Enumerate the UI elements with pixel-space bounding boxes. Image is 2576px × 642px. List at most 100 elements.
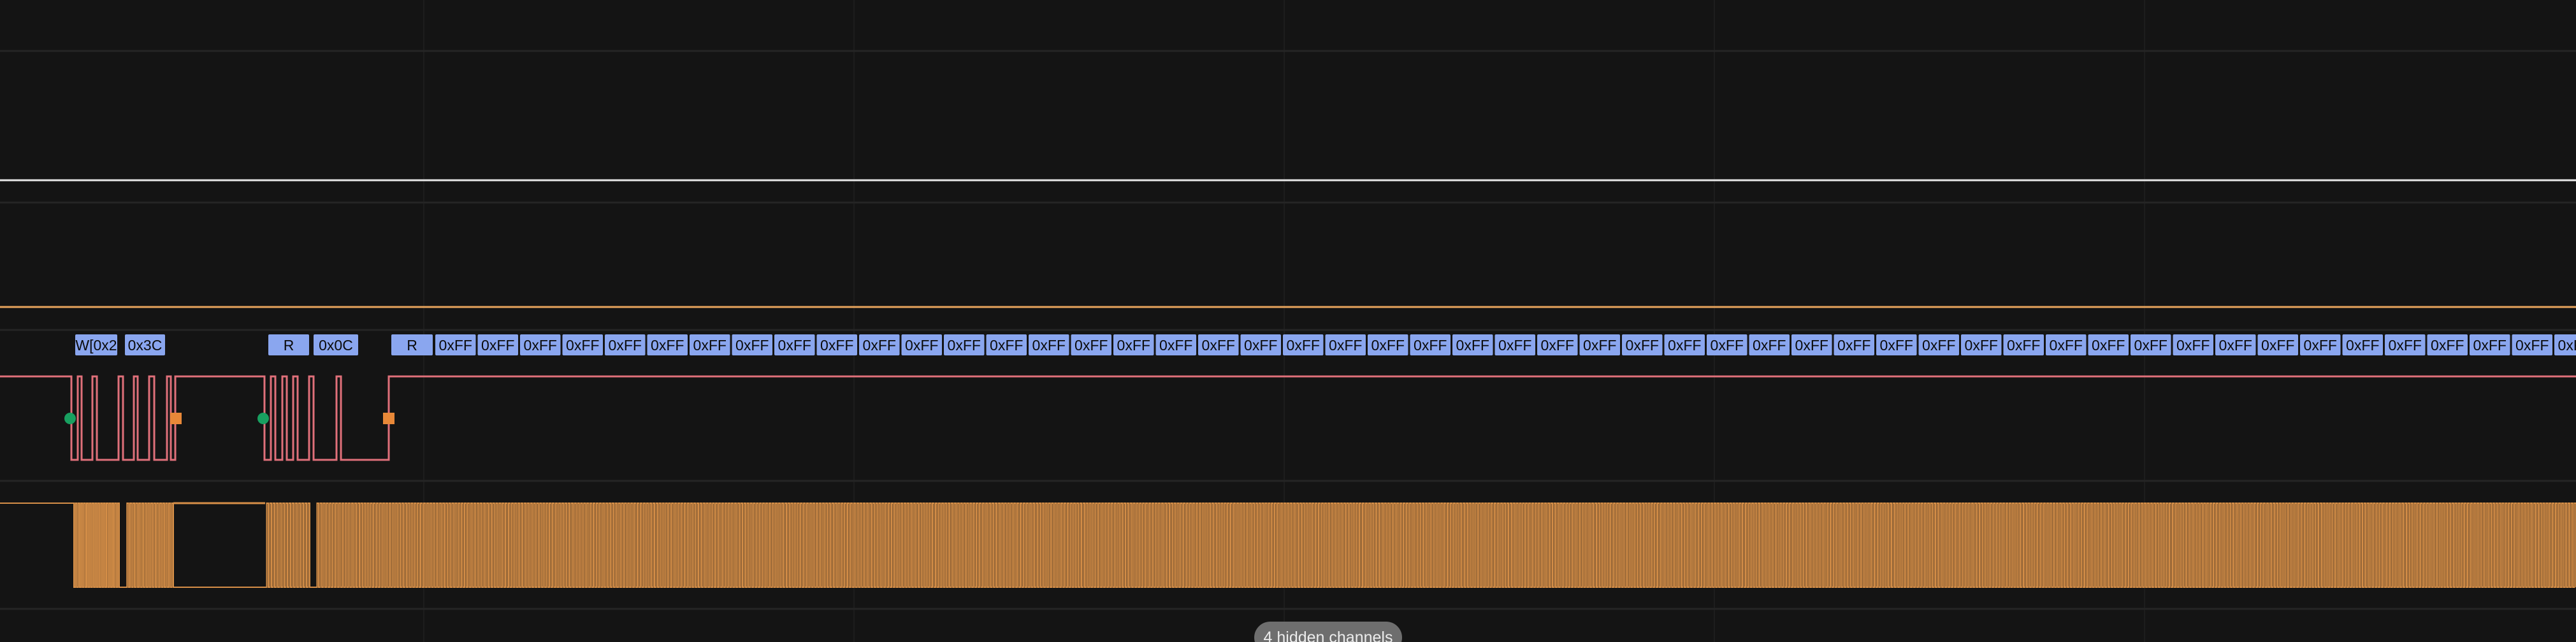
decoder-byte[interactable]: 0xFF [1749, 334, 1790, 355]
decoder-byte[interactable]: 0xFF [2046, 334, 2087, 355]
decoder-frame-3[interactable]: R [268, 334, 309, 355]
decoder-byte[interactable]: 0xFF [859, 334, 900, 355]
decoder-byte[interactable]: 0xFF [562, 334, 604, 355]
scl-clock-waveform[interactable] [0, 503, 2576, 588]
decoder-byte-text: 0xFF [1583, 337, 1616, 353]
stop-condition-icon [383, 413, 394, 424]
decoder-byte[interactable]: 0xFF [605, 334, 646, 355]
decoder-byte-text: 0xFF [948, 337, 981, 353]
decoder-byte-text: 0xFF [2558, 337, 2576, 353]
decoder-byte[interactable]: 0xFF [2257, 334, 2299, 355]
decoder-byte-text: 0xFF [1498, 337, 1531, 353]
i2c-markers [64, 413, 394, 424]
decoder-frame-5[interactable]: R [391, 334, 433, 355]
channel-4-scl-trace[interactable] [0, 502, 2576, 588]
decoder-byte-text: 0xFF [1117, 337, 1150, 353]
decoder-byte[interactable]: 0xFF [1198, 334, 1239, 355]
decoder-byte[interactable]: 0xFF [1876, 334, 1917, 355]
decoder-byte[interactable]: 0xFF [1155, 334, 1197, 355]
decoder-byte[interactable]: 0xFF [816, 334, 858, 355]
decoder-frame-1-text: W[0x2 [75, 337, 117, 353]
decoder-byte[interactable]: 0xFF [1579, 334, 1621, 355]
decoder-byte[interactable]: 0xFF [732, 334, 773, 355]
decoder-byte[interactable]: 0xFF [520, 334, 561, 355]
decoder-byte[interactable]: 0xFF [1325, 334, 1366, 355]
decoder-byte[interactable]: 0xFF [435, 334, 476, 355]
decoder-frame-4[interactable]: 0x0C [314, 334, 358, 355]
decoder-byte[interactable]: 0xFF [1791, 334, 1832, 355]
decoder-byte-text: 0xFF [2092, 337, 2125, 353]
decoder-byte-text: 0xFF [1202, 337, 1235, 353]
decoder-byte[interactable]: 0xFF [477, 334, 519, 355]
decoder-byte[interactable]: 0xFF [690, 334, 730, 355]
decoder-byte[interactable]: 0xFF [944, 334, 985, 355]
decoder-byte-text: 0xFF [693, 337, 727, 353]
decoder-byte[interactable]: 0xFF [1918, 334, 1960, 355]
hidden-channels-button[interactable]: 4 hidden channels [1254, 622, 1402, 642]
decoder-byte-text: 0xFF [2431, 337, 2464, 353]
decoder-byte[interactable]: 0xFF [2470, 334, 2510, 355]
decoder-byte-text: 0xFF [990, 337, 1023, 353]
decoder-byte[interactable]: 0xFF [647, 334, 688, 355]
decoder-byte-text: 0xFF [1880, 337, 1913, 353]
decoder-byte[interactable]: 0xFF [2003, 334, 2044, 355]
decoder-byte-text: 0xFF [1668, 337, 1701, 353]
decoder-byte[interactable]: 0xFF [2300, 334, 2341, 355]
decoder-byte-text: 0xFF [1965, 337, 1998, 353]
decoder-byte[interactable]: 0xFF [774, 334, 815, 355]
decoder-byte-text: 0xFF [1541, 337, 1574, 353]
decoder-byte[interactable]: 0xFF [1664, 334, 1705, 355]
decoder-byte[interactable]: 0xFF [1707, 334, 1747, 355]
decoder-byte[interactable]: 0xFF [1961, 334, 2002, 355]
decoder-byte[interactable]: 0xFF [1494, 334, 1536, 355]
decoder-frame-3-text: R [284, 337, 294, 353]
decoder-byte-text: 0xFF [905, 337, 938, 353]
decoder-byte[interactable]: 0xFF [2385, 334, 2426, 355]
decoder-frame-2[interactable]: 0x3C [125, 334, 165, 355]
decoder-byte-text: 0xFF [481, 337, 514, 353]
decoder-byte[interactable]: 0xFF [2342, 334, 2384, 355]
decoder-byte-text: 0xFF [1414, 337, 1447, 353]
decoder-byte[interactable]: 0xFF [1368, 334, 1408, 355]
decoder-byte-text: 0xFF [1329, 337, 1362, 353]
decoder-byte-text: 0xFF [2007, 337, 2040, 353]
decoder-byte-text: 0xFF [2304, 337, 2337, 353]
decoder-byte-text: 0xFF [1922, 337, 1955, 353]
decoder-byte[interactable]: 0xFF [2131, 334, 2171, 355]
decoder-byte-text: 0xFF [863, 337, 896, 353]
i2c-decoder-row: W[0x2 0x3C R 0x0C R 0xFF 0xFF 0xFF 0xFF 0xFF 0xFF 0… [75, 334, 2576, 355]
decoder-byte-text: 0xFF [1287, 337, 1320, 353]
decoder-byte[interactable]: 0xFF [1113, 334, 1154, 355]
decoder-byte[interactable]: 0xFF [1029, 334, 1069, 355]
start-condition-icon [64, 413, 76, 424]
decoder-byte[interactable]: 0xFF [1410, 334, 1451, 355]
decoder-frame-1[interactable]: W[0x2 [75, 334, 117, 355]
decoder-byte[interactable]: 0xFF [901, 334, 943, 355]
waveform-view[interactable]: W[0x2 0x3C R 0x0C R 0xFF 0xFF 0xFF 0xFF 0xFF 0xFF 0… [0, 0, 2576, 642]
decoder-byte[interactable]: 0xFF [1283, 334, 1324, 355]
decoder-byte[interactable]: 0xFF [2427, 334, 2468, 355]
decoder-byte-text: 0xFF [2050, 337, 2083, 353]
decoder-byte[interactable]: 0xFF [2173, 334, 2214, 355]
decoder-byte-text: 0xFF [778, 337, 811, 353]
decoder-byte[interactable]: 0xFF [2554, 334, 2576, 355]
decoder-byte[interactable]: 0xFF [2088, 334, 2129, 355]
decoder-byte-text: 0xFF [1626, 337, 1659, 353]
decoder-byte[interactable]: 0xFF [2512, 334, 2553, 355]
start-condition-icon [257, 413, 269, 424]
decoder-byte-text: 0xFF [1456, 337, 1489, 353]
decoder-byte[interactable]: 0xFF [986, 334, 1027, 355]
decoder-byte[interactable]: 0xFF [2215, 334, 2256, 355]
decoder-byte[interactable]: 0xFF [1452, 334, 1493, 355]
decoder-byte[interactable]: 0xFF [1071, 334, 1112, 355]
decoder-byte[interactable]: 0xFF [1240, 334, 1282, 355]
decoder-byte-text: 0xFF [2389, 337, 2422, 353]
decoder-byte-text: 0xFF [1032, 337, 1066, 353]
decoder-byte[interactable]: 0xFF [1537, 334, 1578, 355]
decoder-byte-text: 0xFF [2134, 337, 2167, 353]
decoder-byte-text: 0xFF [1159, 337, 1192, 353]
decoder-byte-text: 0xFF [1837, 337, 1870, 353]
decoder-byte[interactable]: 0xFF [1622, 334, 1663, 355]
decoder-byte[interactable]: 0xFF [1834, 334, 1875, 355]
stop-condition-icon [170, 413, 182, 424]
